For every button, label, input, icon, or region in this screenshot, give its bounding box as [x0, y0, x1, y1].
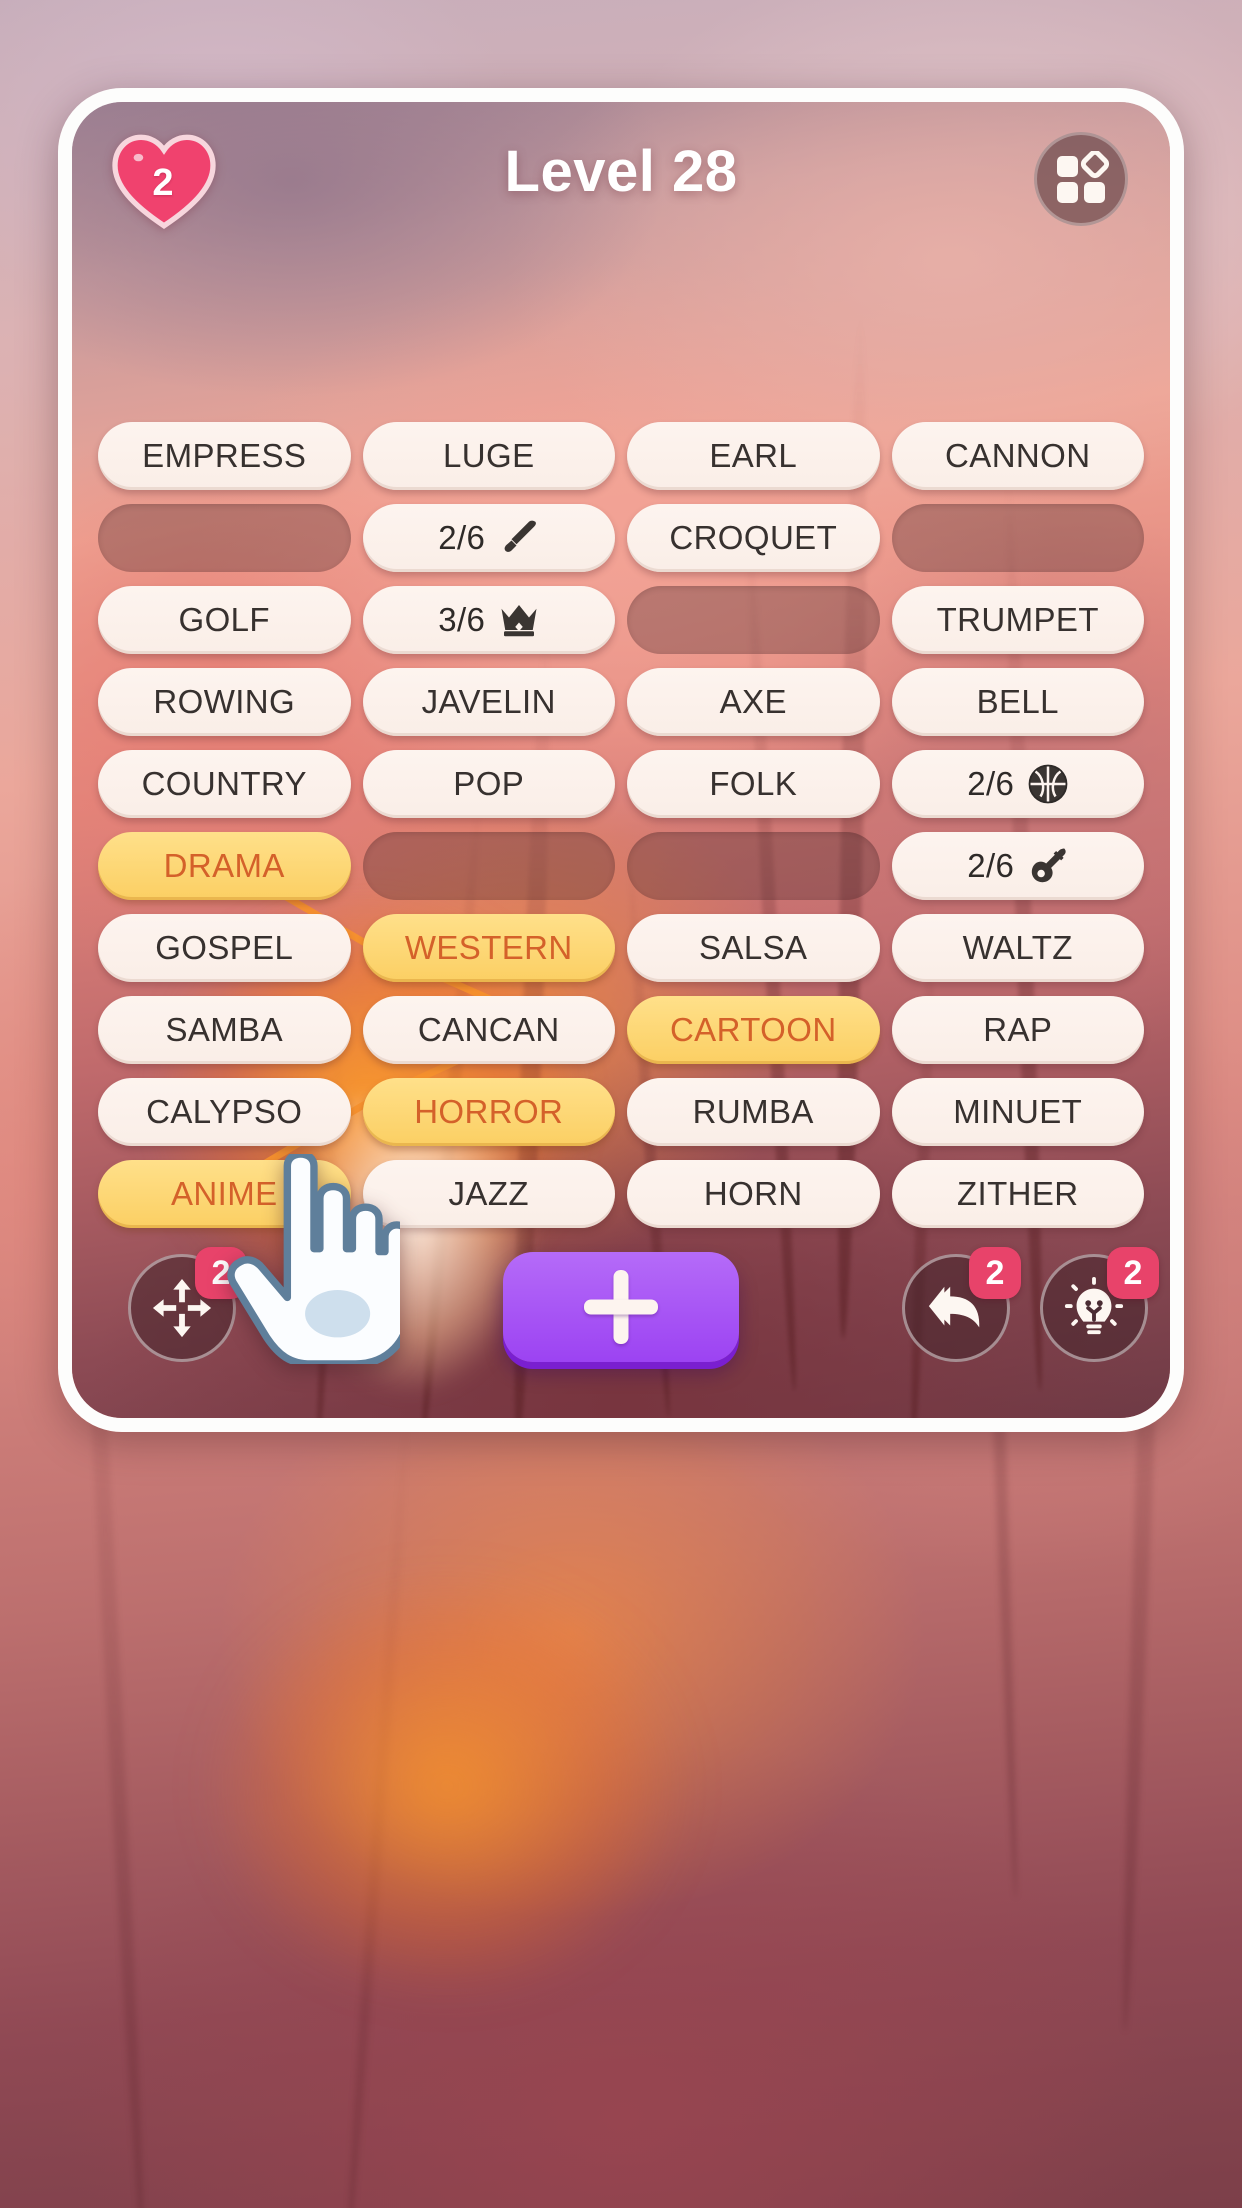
undo-button[interactable]: 2: [902, 1247, 1021, 1362]
word-tile-label: EARL: [709, 437, 798, 474]
word-tile[interactable]: EARL: [627, 422, 880, 490]
word-tile[interactable]: ZITHER: [891, 1160, 1144, 1228]
word-tile-label: POP: [453, 765, 525, 802]
game-header: 2 Level 28: [72, 124, 1170, 234]
word-tile[interactable]: GOLF: [98, 586, 351, 654]
word-tile[interactable]: POP: [362, 750, 615, 818]
word-tile-label: COUNTRY: [141, 765, 307, 802]
word-tile[interactable]: RAP: [891, 996, 1144, 1064]
word-tile[interactable]: AXE: [627, 668, 880, 736]
empty-slot-tile[interactable]: [362, 832, 615, 900]
selected-word-tile[interactable]: DRAMA: [98, 832, 351, 900]
hint-button[interactable]: 2: [1040, 1247, 1159, 1362]
guitar-icon: [1028, 846, 1068, 886]
selected-word-tile[interactable]: WESTERN: [362, 914, 615, 982]
grid-menu-icon: [1057, 151, 1109, 203]
word-tile-label: RAP: [983, 1011, 1053, 1048]
word-tile[interactable]: CANNON: [891, 422, 1144, 490]
pointing-hand-cursor: [222, 1154, 400, 1364]
word-tile-label: LUGE: [443, 437, 535, 474]
category-counter-tile[interactable]: 2/6: [891, 832, 1144, 900]
word-tile[interactable]: TRUMPET: [891, 586, 1144, 654]
word-tile[interactable]: CALYPSO: [98, 1078, 351, 1146]
knife-icon: [499, 518, 539, 558]
word-tile-label: BELL: [976, 683, 1059, 720]
empty-slot-tile[interactable]: [627, 832, 880, 900]
word-tile-label: FOLK: [709, 765, 798, 802]
category-counter-tile[interactable]: 2/6: [362, 504, 615, 572]
word-tile-label: WALTZ: [962, 929, 1073, 966]
word-tile-label: CALYPSO: [146, 1093, 303, 1130]
basketball-icon: [1028, 764, 1068, 804]
pointing-hand-cursor-icon: [227, 1154, 400, 1364]
word-tile[interactable]: RUMBA: [627, 1078, 880, 1146]
word-tile-label: RUMBA: [692, 1093, 814, 1130]
word-tile[interactable]: JAZZ: [362, 1160, 615, 1228]
word-tile-label: HORROR: [414, 1093, 564, 1130]
word-tile-label: MINUET: [953, 1093, 1083, 1130]
word-tile[interactable]: WALTZ: [891, 914, 1144, 982]
crown-icon: [499, 600, 539, 640]
word-tile-label: DRAMA: [163, 847, 285, 884]
word-tile[interactable]: FOLK: [627, 750, 880, 818]
empty-slot-tile[interactable]: [98, 504, 351, 572]
word-tile-label: JAZZ: [448, 1175, 529, 1212]
word-tile[interactable]: EMPRESS: [98, 422, 351, 490]
selected-word-tile[interactable]: HORROR: [362, 1078, 615, 1146]
undo-badge: 2: [969, 1247, 1021, 1299]
word-tile-label: ROWING: [153, 683, 296, 720]
word-tile[interactable]: MINUET: [891, 1078, 1144, 1146]
phone-frame: 2 Level 28 EMPRESS LUGE EARL CANNON 2/6 CROQU…: [58, 88, 1184, 1432]
add-button[interactable]: [503, 1252, 739, 1362]
word-tile-label: EMPRESS: [142, 437, 307, 474]
word-tile-label: CARTOON: [669, 1011, 837, 1048]
page-title: Level 28: [504, 139, 738, 204]
word-tile-label: GOLF: [178, 601, 270, 638]
word-tile-label: CANNON: [945, 437, 1091, 474]
word-tile[interactable]: COUNTRY: [98, 750, 351, 818]
hint-badge: 2: [1107, 1247, 1159, 1299]
word-tile-label: WESTERN: [404, 929, 573, 966]
word-tile-label: SALSA: [699, 929, 808, 966]
word-tile[interactable]: HORN: [627, 1160, 880, 1228]
word-tile[interactable]: SAMBA: [98, 996, 351, 1064]
word-tile-label: AXE: [719, 683, 787, 720]
counter-value: 2/6: [967, 847, 1015, 884]
counter-value: 2/6: [438, 519, 486, 556]
word-tile[interactable]: GOSPEL: [98, 914, 351, 982]
word-tile[interactable]: SALSA: [627, 914, 880, 982]
word-tile-label: CANCAN: [417, 1011, 560, 1048]
word-tile[interactable]: BELL: [891, 668, 1144, 736]
word-tile-label: JAVELIN: [421, 683, 556, 720]
word-tile[interactable]: CROQUET: [627, 504, 880, 572]
word-tile-label: HORN: [703, 1175, 803, 1212]
selected-word-tile[interactable]: CARTOON: [627, 996, 880, 1064]
word-tile[interactable]: JAVELIN: [362, 668, 615, 736]
category-counter-tile[interactable]: 3/6: [362, 586, 615, 654]
word-tile-label: GOSPEL: [155, 929, 294, 966]
shuffle-button[interactable]: 2: [128, 1247, 247, 1362]
word-tile-label: TRUMPET: [936, 601, 1099, 638]
plus-icon: [584, 1270, 658, 1344]
counter-value: 3/6: [438, 601, 486, 638]
empty-slot-tile[interactable]: [891, 504, 1144, 572]
word-tile-label: CROQUET: [669, 519, 838, 556]
settings-button[interactable]: [1034, 132, 1128, 226]
word-tile-label: SAMBA: [165, 1011, 284, 1048]
word-tile-grid: EMPRESS LUGE EARL CANNON 2/6 CROQUET GOLF 3/6 TR…: [86, 422, 1156, 1228]
word-tile[interactable]: LUGE: [362, 422, 615, 490]
word-tile-label: ZITHER: [956, 1175, 1079, 1212]
empty-slot-tile[interactable]: [627, 586, 880, 654]
word-tile[interactable]: CANCAN: [362, 996, 615, 1064]
counter-value: 2/6: [967, 765, 1015, 802]
word-tile[interactable]: ROWING: [98, 668, 351, 736]
category-counter-tile[interactable]: 2/6: [891, 750, 1144, 818]
